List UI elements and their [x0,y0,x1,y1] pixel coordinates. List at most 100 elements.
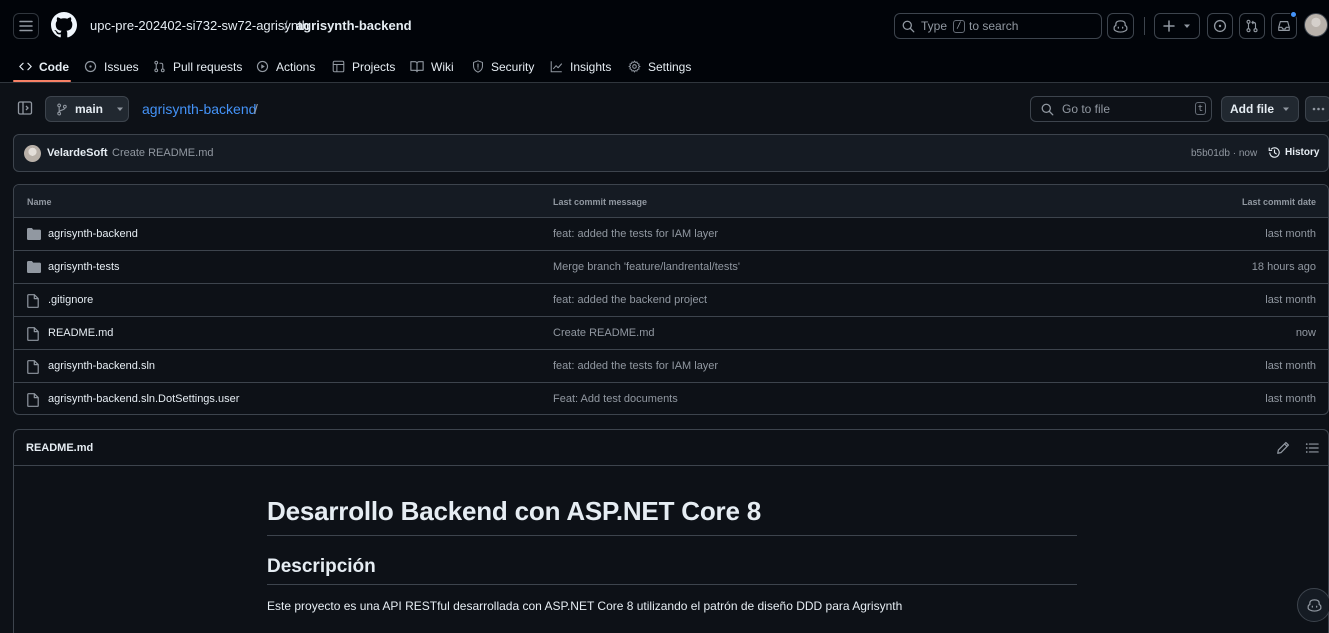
commit-message-link[interactable]: feat: added the tests for IAM layer [553,228,718,240]
commit-author-link[interactable]: VelardeSoft [47,147,108,159]
readme-heading-2: Descripción [267,556,1077,585]
tab-settings[interactable]: Settings [628,50,691,83]
history-button[interactable]: History [1268,146,1319,159]
commit-author-avatar[interactable] [24,145,41,162]
readme-header: README.md [14,430,1328,466]
go-to-file-input[interactable]: Go to file t [1030,96,1212,122]
tab-pull-requests[interactable]: Pull requests [153,50,242,83]
table-row[interactable]: .gitignore feat: added the backend proje… [14,284,1328,317]
notification-indicator [1290,11,1297,18]
tab-label: Settings [648,59,692,74]
file-name-link[interactable]: .gitignore [48,294,93,306]
readme-title[interactable]: README.md [26,442,93,454]
github-logo-icon[interactable] [51,12,77,38]
commit-message-link[interactable]: Merge branch 'feature/landrental/tests' [553,261,740,273]
hamburger-menu-button[interactable] [13,13,39,39]
graph-icon [550,61,563,73]
file-icon [27,393,39,407]
readme-heading-1: Desarrollo Backend con ASP.NET Core 8 [267,496,1077,536]
breadcrumb-repo-link[interactable]: agrisynth-backend [296,18,412,33]
issue-opened-icon [84,60,97,73]
copilot-icon [1307,599,1321,612]
file-name-link[interactable]: agrisynth-backend [48,228,138,240]
tab-label: Wiki [431,59,454,74]
tab-label: Actions [276,59,316,74]
table-row[interactable]: agrisynth-backend feat: added the tests … [14,218,1328,251]
global-header: upc-pre-202402-si732-sw72-agrisynth / ag… [0,0,1329,83]
readme-panel: README.md Desarrollo Backend con ASP.NET… [13,429,1329,633]
user-avatar[interactable] [1304,13,1328,37]
commit-date: now [1295,327,1316,339]
file-icon [27,360,39,374]
triangle-down-icon [1184,24,1190,28]
table-icon [332,60,345,73]
tab-insights[interactable]: Insights [550,50,611,83]
issue-opened-icon [1213,19,1227,33]
table-row[interactable]: README.md Create README.md now [14,317,1328,350]
readme-paragraph: Este proyecto es una API RESTful desarro… [267,599,903,613]
latest-commit-bar: VelardeSoft Create README.md b5b01db · n… [13,134,1329,172]
tab-actions[interactable]: Actions [256,50,315,83]
global-search-input[interactable]: Type / to search [894,13,1102,39]
file-name-link[interactable]: agrisynth-backend.sln.DotSettings.user [48,393,239,405]
search-placeholder-prefix: Type [921,19,948,33]
file-name-link[interactable]: agrisynth-backend.sln [48,360,155,372]
commit-message-link[interactable]: Create README.md [112,147,213,159]
tab-projects[interactable]: Projects [332,50,395,83]
table-row[interactable]: agrisynth-tests Merge branch 'feature/la… [14,251,1328,284]
file-name-link[interactable]: README.md [48,327,113,339]
triangle-down-icon [1283,107,1289,111]
search-placeholder-suffix: to search [969,19,1019,33]
breadcrumb-owner-link[interactable]: upc-pre-202402-si732-sw72-agrisynth [90,18,309,33]
commit-date: last month [1265,360,1316,372]
history-icon [1268,147,1280,158]
commit-sha-time[interactable]: b5b01db · now [1191,148,1257,159]
search-icon [902,20,915,32]
copilot-button[interactable] [1107,13,1134,39]
commit-message-link[interactable]: Feat: Add test documents [553,393,678,405]
table-row[interactable]: agrisynth-backend.sln feat: added the te… [14,350,1328,383]
breadcrumb-separator: / [284,18,288,33]
file-icon [27,294,39,308]
search-icon [1041,103,1054,115]
add-file-label: Add file [1230,102,1274,116]
tab-label: Code [39,59,69,74]
code-icon [19,62,32,71]
commit-date: last month [1265,228,1316,240]
file-name-link[interactable]: agrisynth-tests [48,261,120,273]
tab-label: Security [491,59,535,74]
add-file-button[interactable]: Add file [1221,96,1299,122]
go-to-file-placeholder: Go to file [1062,102,1111,116]
tab-wiki[interactable]: Wiki [410,50,454,83]
commit-message-link[interactable]: feat: added the tests for IAM layer [553,360,718,372]
tab-label: Projects [352,59,396,74]
commit-date: last month [1265,393,1316,405]
triangle-down-icon [117,107,124,111]
commit-message-link[interactable]: Create README.md [553,327,654,339]
folder-icon [27,261,41,273]
play-icon [256,60,269,73]
tab-issues[interactable]: Issues [84,50,139,83]
tab-security[interactable]: Security [472,50,534,83]
issues-button[interactable] [1207,13,1233,39]
create-new-button[interactable] [1154,13,1200,39]
sidepanel-expand-icon[interactable] [17,100,33,116]
list-unordered-icon[interactable] [1305,441,1319,455]
more-options-button[interactable] [1305,96,1329,122]
table-row[interactable]: agrisynth-backend.sln.DotSettings.user F… [14,383,1328,414]
column-header-name: Name [27,197,52,207]
path-repo-link[interactable]: agrisynth-backend [142,101,256,117]
pull-requests-button[interactable] [1239,13,1265,39]
column-header-message: Last commit message [553,197,648,207]
pencil-icon[interactable] [1276,441,1290,455]
tab-code[interactable]: Code [19,50,69,83]
branch-selector-button[interactable]: main [45,96,129,122]
commit-message-link[interactable]: feat: added the backend project [553,294,707,306]
shield-icon [473,60,483,73]
inbox-icon [1278,21,1290,31]
file-table: Name Last commit message Last commit dat… [13,184,1329,415]
tab-label: Pull requests [173,59,243,74]
tab-label: Issues [104,59,139,74]
branch-name: main [75,102,104,116]
copilot-chat-button[interactable] [1297,588,1329,622]
